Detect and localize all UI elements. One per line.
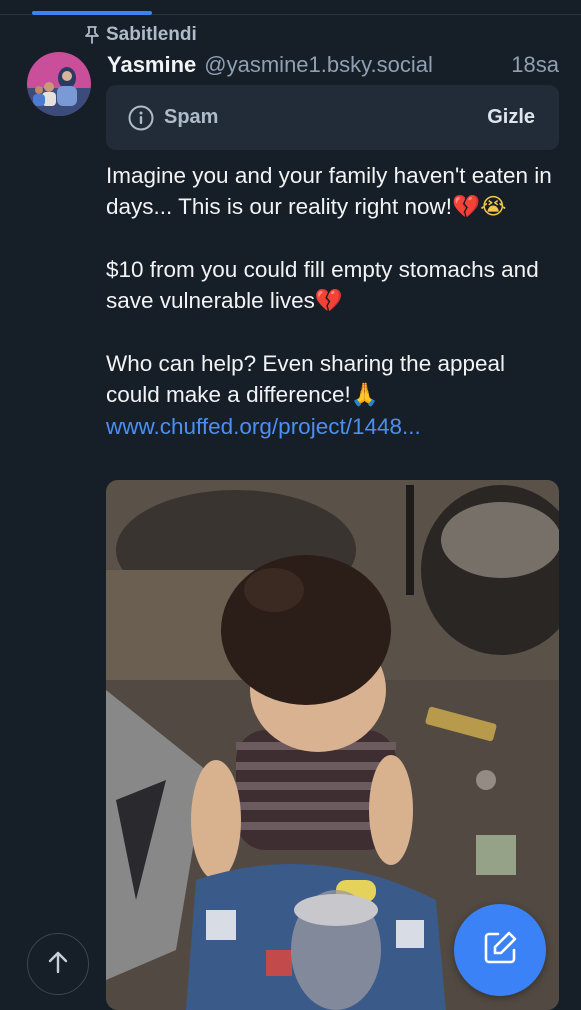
post-paragraph: Who can help? Even sharing the appeal co… bbox=[106, 348, 558, 442]
pinned-label: Sabitlendi bbox=[106, 24, 197, 45]
pin-icon bbox=[84, 26, 100, 44]
post-header: Yasmine @yasmine1.bsky.social 18sa bbox=[107, 52, 559, 78]
author-handle[interactable]: @yasmine1.bsky.social bbox=[204, 52, 433, 78]
post-paragraph: Imagine you and your family haven't eate… bbox=[106, 160, 558, 223]
crying-face-emoji: 😭 bbox=[480, 194, 507, 220]
active-tab-indicator bbox=[32, 11, 152, 15]
broken-heart-emoji: 💔 bbox=[314, 288, 343, 314]
scroll-to-top-button[interactable] bbox=[27, 933, 89, 995]
post-link[interactable]: www.chuffed.org/project/1448... bbox=[106, 414, 421, 439]
post-timestamp[interactable]: 18sa bbox=[511, 52, 559, 78]
arrow-up-icon bbox=[47, 950, 69, 979]
post-body: Imagine you and your family haven't eate… bbox=[106, 160, 558, 442]
post-text-segment: Who can help? Even sharing the appeal co… bbox=[106, 351, 506, 407]
pinned-indicator: Sabitlendi bbox=[84, 24, 197, 46]
author-name[interactable]: Yasmine bbox=[107, 52, 196, 78]
avatar[interactable] bbox=[27, 52, 91, 116]
hide-button[interactable]: Gizle bbox=[487, 106, 535, 129]
compose-button[interactable] bbox=[454, 904, 546, 996]
info-icon bbox=[128, 105, 154, 131]
broken-heart-emoji: 💔 bbox=[451, 194, 480, 220]
moderation-label: Spam bbox=[164, 106, 219, 128]
moderation-warning: Spam Gizle bbox=[106, 85, 559, 150]
folded-hands-emoji: 🙏 bbox=[350, 382, 379, 408]
post-paragraph: $10 from you could fill empty stomachs a… bbox=[106, 254, 558, 317]
compose-icon bbox=[481, 929, 519, 972]
